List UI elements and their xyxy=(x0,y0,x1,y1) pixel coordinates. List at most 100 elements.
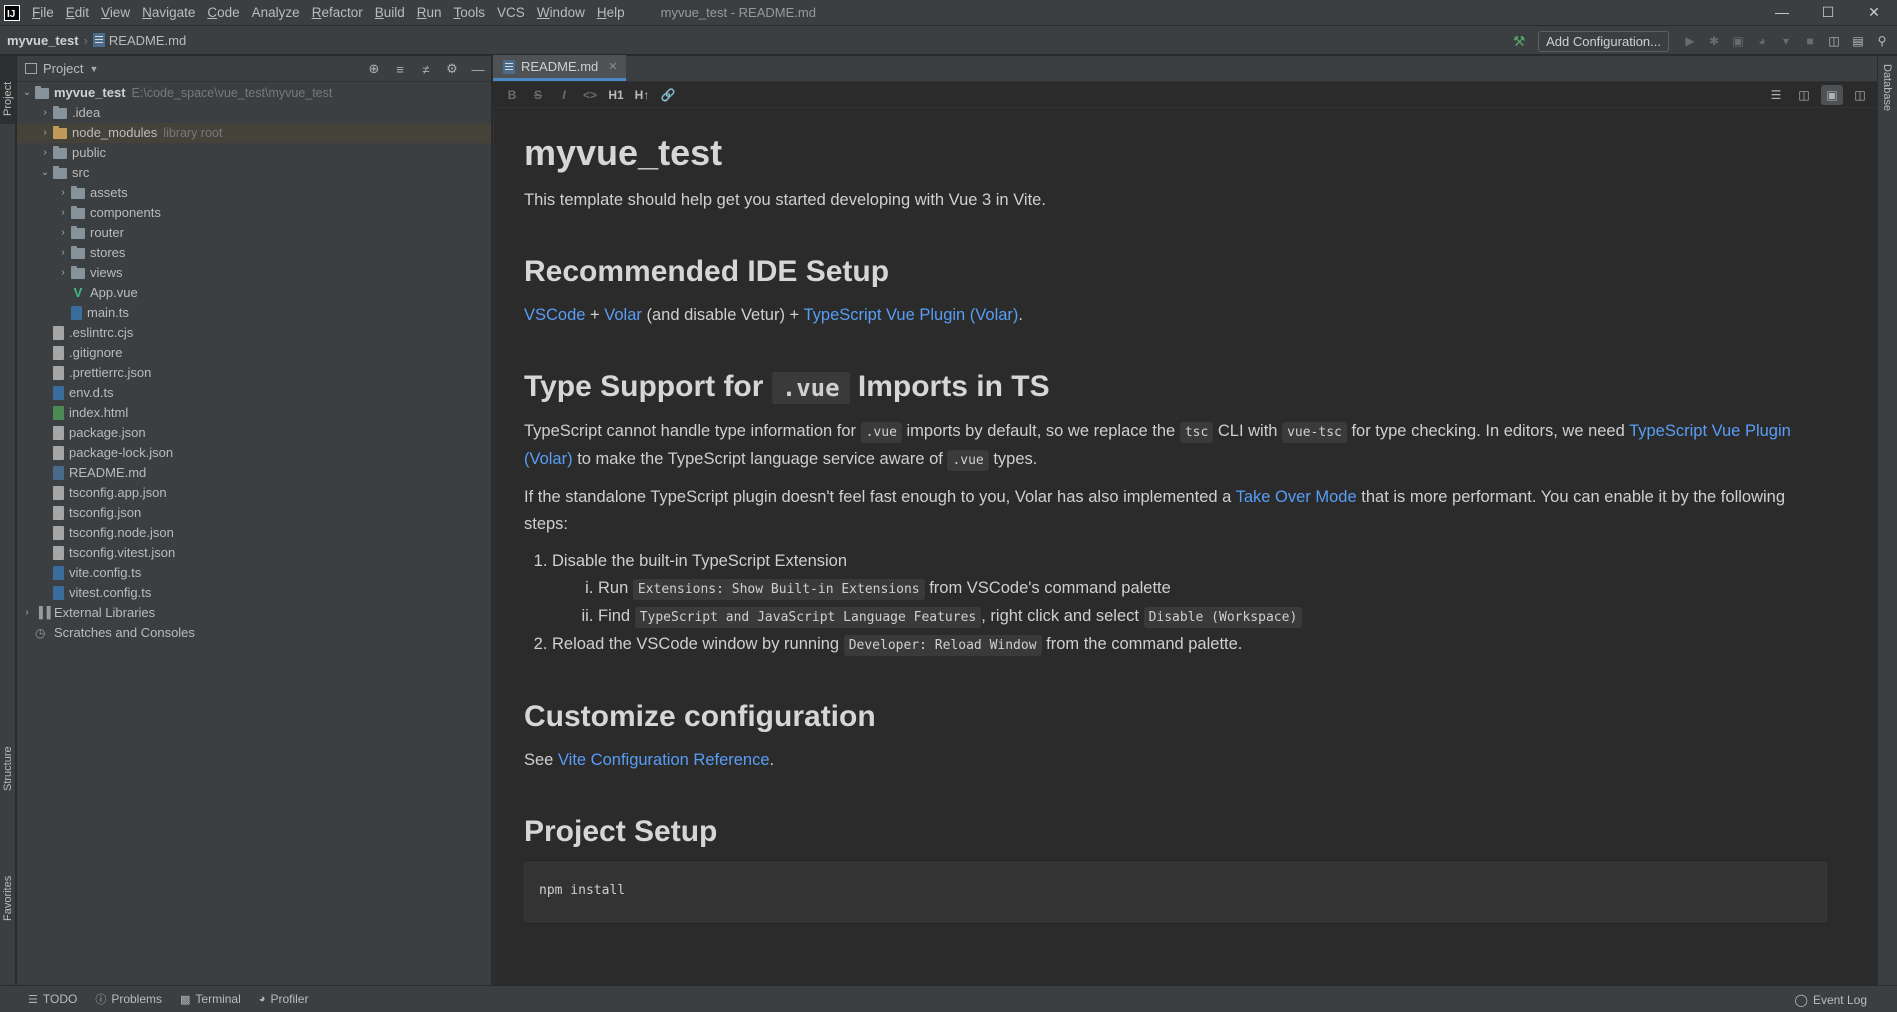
minimize-icon[interactable]: — xyxy=(1759,0,1805,25)
more-run-chevron-icon[interactable]: ▾ xyxy=(1775,30,1797,52)
expand-all-icon[interactable]: ≡ xyxy=(391,62,409,77)
tree-row-vitest-config[interactable]: vitest.config.ts xyxy=(17,583,491,603)
ts-vue-plugin-link[interactable]: TypeScript Vue Plugin (Volar) xyxy=(803,306,1018,324)
event-log-button[interactable]: ◯ Event Log xyxy=(1795,986,1867,1012)
add-configuration-button[interactable]: Add Configuration... xyxy=(1538,30,1669,52)
gear-icon[interactable]: ⚙ xyxy=(443,61,461,77)
collapsed-chevron-icon[interactable]: › xyxy=(19,603,35,623)
menu-analyze[interactable]: Analyze xyxy=(246,0,306,25)
collapsed-chevron-icon[interactable]: › xyxy=(37,143,53,163)
take-over-mode-link[interactable]: Take Over Mode xyxy=(1236,488,1357,506)
menu-file[interactable]: File xyxy=(26,0,60,25)
project-view-selector[interactable]: Project ▼ xyxy=(25,61,98,76)
menu-build[interactable]: Build xyxy=(369,0,411,25)
debug-icon[interactable]: ✱ xyxy=(1703,30,1725,52)
tree-row-components[interactable]: › components xyxy=(17,203,491,223)
menu-run[interactable]: Run xyxy=(411,0,448,25)
tree-row-router[interactable]: › router xyxy=(17,223,491,243)
coverage-icon[interactable]: ▣ xyxy=(1727,30,1749,52)
project-structure-icon[interactable]: ◫ xyxy=(1823,30,1845,52)
close-icon[interactable]: ✕ xyxy=(1851,0,1897,25)
tree-row-external-libraries[interactable]: › ▐▐ External Libraries xyxy=(17,603,491,623)
menu-navigate[interactable]: Navigate xyxy=(136,0,201,25)
menu-window[interactable]: Window xyxy=(531,0,591,25)
problems-tool-button[interactable]: ⓘ Problems xyxy=(95,991,162,1007)
tool-tab-project[interactable]: Project xyxy=(0,56,16,124)
profiler-tool-button[interactable]: ◕ Profiler xyxy=(259,992,309,1006)
tree-row-prettierrc[interactable]: .prettierrc.json xyxy=(17,363,491,383)
tool-tab-database[interactable]: Database xyxy=(1878,56,1897,126)
menu-vcs[interactable]: VCS xyxy=(491,0,531,25)
header-level-button[interactable]: H1 xyxy=(605,88,627,102)
menu-code[interactable]: Code xyxy=(201,0,245,25)
collapsed-chevron-icon[interactable]: › xyxy=(55,263,71,283)
insert-link-icon[interactable]: 🔗 xyxy=(657,88,679,102)
locate-file-icon[interactable]: ⊕ xyxy=(365,61,383,77)
intellij-logo-icon[interactable]: IJ xyxy=(4,4,20,21)
tree-row-package-json[interactable]: package.json xyxy=(17,423,491,443)
tree-row-stores[interactable]: › stores xyxy=(17,243,491,263)
profile-icon[interactable]: ◕ xyxy=(1751,30,1773,52)
tree-row-app-vue[interactable]: V App.vue xyxy=(17,283,491,303)
tree-row-src[interactable]: ⌄ src xyxy=(17,163,491,183)
menu-refactor[interactable]: Refactor xyxy=(306,0,369,25)
collapsed-chevron-icon[interactable]: › xyxy=(37,123,53,143)
preview-only-icon[interactable]: ▣ xyxy=(1821,85,1843,105)
search-everywhere-icon[interactable]: ⚲ xyxy=(1871,30,1893,52)
toggle-layout-icon[interactable]: ▤ xyxy=(1847,30,1869,52)
menu-help[interactable]: Help xyxy=(591,0,631,25)
tab-readme[interactable]: README.md ✕ xyxy=(493,55,626,81)
strikethrough-button[interactable]: S xyxy=(527,88,549,102)
tool-tab-favorites[interactable]: Favorites xyxy=(0,806,16,926)
editor-only-icon[interactable]: ☰ xyxy=(1765,85,1787,105)
menu-view[interactable]: View xyxy=(95,0,136,25)
tree-row-tsconfig-vitest[interactable]: tsconfig.vitest.json xyxy=(17,543,491,563)
collapsed-chevron-icon[interactable]: › xyxy=(55,203,71,223)
tree-row-public[interactable]: › public xyxy=(17,143,491,163)
collapsed-chevron-icon[interactable]: › xyxy=(55,183,71,203)
collapsed-chevron-icon[interactable]: › xyxy=(55,243,71,263)
tree-row-idea[interactable]: › .idea xyxy=(17,103,491,123)
hide-panel-icon[interactable]: — xyxy=(469,62,487,77)
tree-row-node-modules[interactable]: › node_modules library root xyxy=(17,123,491,143)
tree-row-index-html[interactable]: index.html xyxy=(17,403,491,423)
tree-row-tsconfig[interactable]: tsconfig.json xyxy=(17,503,491,523)
terminal-tool-button[interactable]: ▩ Terminal xyxy=(180,992,241,1006)
header-increase-button[interactable]: H↑ xyxy=(631,88,653,102)
menu-tools[interactable]: Tools xyxy=(448,0,492,25)
tree-row-tsconfig-node[interactable]: tsconfig.node.json xyxy=(17,523,491,543)
editor-and-preview-icon[interactable]: ◫ xyxy=(1793,85,1815,105)
tree-row-package-lock[interactable]: package-lock.json xyxy=(17,443,491,463)
tree-row-tsconfig-app[interactable]: tsconfig.app.json xyxy=(17,483,491,503)
tree-row-root[interactable]: ⌄ myvue_test E:\code_space\vue_test\myvu… xyxy=(17,83,491,103)
expanded-chevron-icon[interactable]: ⌄ xyxy=(37,163,53,183)
expanded-chevron-icon[interactable]: ⌄ xyxy=(19,83,35,103)
tree-row-readme[interactable]: README.md xyxy=(17,463,491,483)
bold-button[interactable]: B xyxy=(501,88,523,102)
run-icon[interactable]: ▶ xyxy=(1679,30,1701,52)
tree-row-assets[interactable]: › assets xyxy=(17,183,491,203)
tree-row-gitignore[interactable]: .gitignore xyxy=(17,343,491,363)
collapsed-chevron-icon[interactable]: › xyxy=(55,223,71,243)
menu-edit[interactable]: Edit xyxy=(60,0,95,25)
toggle-layout-icon[interactable]: ◫ xyxy=(1849,85,1871,105)
build-hammer-icon[interactable]: ⚒ xyxy=(1510,32,1528,50)
vite-config-reference-link[interactable]: Vite Configuration Reference xyxy=(558,751,770,769)
tree-row-main-ts[interactable]: main.ts xyxy=(17,303,491,323)
tree-row-eslintrc[interactable]: .eslintrc.cjs xyxy=(17,323,491,343)
tree-row-vite-config[interactable]: vite.config.ts xyxy=(17,563,491,583)
tool-tab-structure[interactable]: Structure xyxy=(0,676,16,796)
tree-row-scratches[interactable]: ◷ Scratches and Consoles xyxy=(17,623,491,643)
volar-link[interactable]: Volar xyxy=(604,306,642,324)
italic-button[interactable]: I xyxy=(553,88,575,102)
tree-row-views[interactable]: › views xyxy=(17,263,491,283)
vscode-link[interactable]: VSCode xyxy=(524,306,585,324)
tree-row-env-d-ts[interactable]: env.d.ts xyxy=(17,383,491,403)
maximize-icon[interactable]: ☐ xyxy=(1805,0,1851,25)
code-button[interactable]: <> xyxy=(579,88,601,102)
close-tab-icon[interactable]: ✕ xyxy=(608,60,617,73)
breadcrumb-project[interactable]: myvue_test xyxy=(7,33,79,48)
breadcrumb-file[interactable]: README.md xyxy=(92,33,186,48)
collapse-all-icon[interactable]: ≠ xyxy=(417,62,435,77)
collapsed-chevron-icon[interactable]: › xyxy=(37,103,53,123)
